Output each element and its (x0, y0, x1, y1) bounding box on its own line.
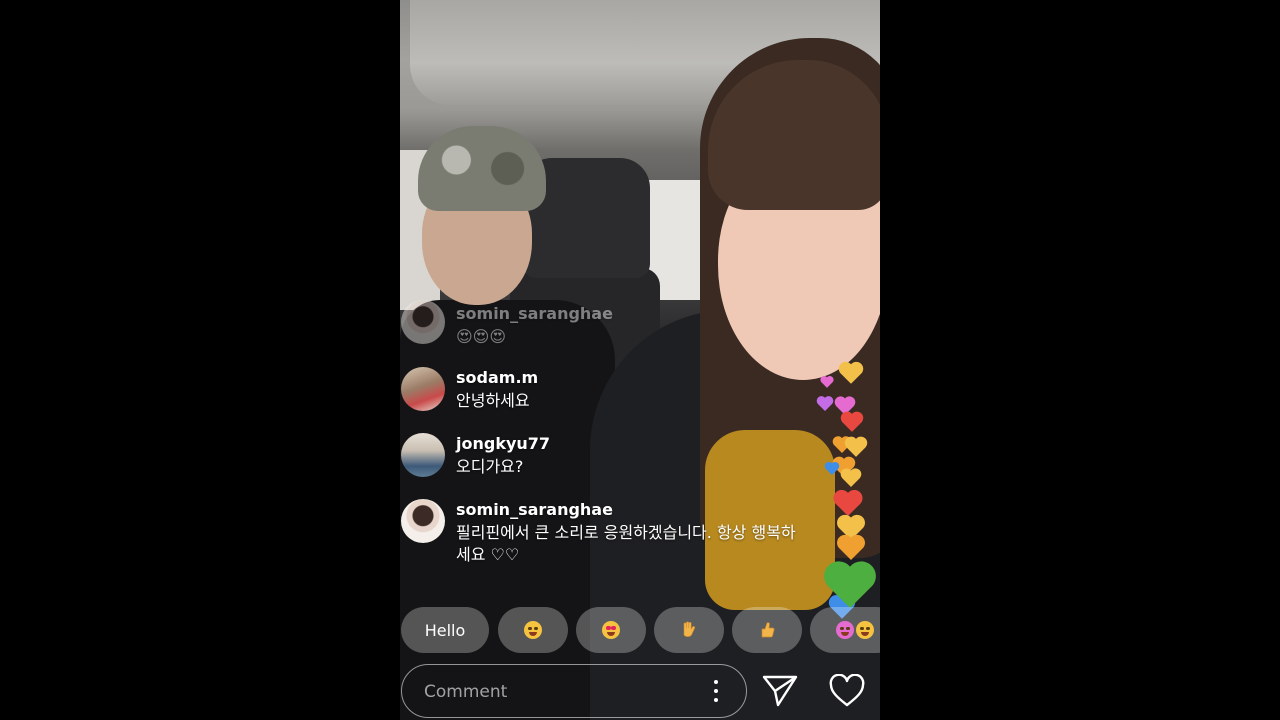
heart-icon (833, 489, 863, 516)
avatar[interactable] (401, 367, 445, 411)
comment-text: 😍😍😍 (456, 327, 507, 346)
thumbs-up-emoji-button[interactable] (732, 607, 802, 653)
comment-text: 필리핀에서 큰 소리로 응원하겠습니다. 항상 행복하세요 ♡♡ (456, 523, 796, 564)
quick-reply-hello-button[interactable]: Hello (401, 607, 489, 653)
comment-username[interactable]: somin_saranghae (456, 500, 613, 519)
live-video-screen: somin_saranghae 😍😍😍 sodam.m 안녕하세요 jongky… (400, 0, 880, 720)
comment-username[interactable]: sodam.m (456, 368, 538, 387)
man-camo-cap (418, 126, 546, 211)
emoji-icon (856, 621, 874, 639)
heart-eyes-emoji-icon (602, 621, 620, 639)
thumbs-up-icon (761, 622, 775, 638)
comment-input[interactable]: Comment (401, 664, 747, 718)
comment-text: 오디가요? (456, 457, 524, 476)
comment-username[interactable]: jongkyu77 (456, 434, 550, 453)
heart-icon (820, 376, 834, 388)
heart-icon (816, 396, 834, 411)
heart-icon[interactable] (828, 674, 866, 708)
heart-icon (824, 561, 876, 608)
letterbox-background: somin_saranghae 😍😍😍 sodam.m 안녕하세요 jongky… (0, 0, 1280, 720)
laughing-emoji-button[interactable] (498, 607, 568, 653)
comment-text: 안녕하세요 (456, 391, 530, 410)
more-emoji-button[interactable] (810, 607, 880, 653)
avatar[interactable] (401, 499, 445, 543)
emoji-icon (836, 621, 854, 639)
avatar[interactable] (401, 433, 445, 477)
avatar[interactable] (401, 300, 445, 344)
heart-icon (844, 436, 868, 457)
heart-icon (840, 411, 864, 432)
laughing-emoji-icon (524, 621, 542, 639)
heart-icon (838, 361, 864, 384)
heart-icon (837, 534, 865, 560)
heart-icon (840, 468, 862, 487)
heart-eyes-emoji-button[interactable] (576, 607, 646, 653)
quick-reactions-bar: Hello (400, 607, 880, 653)
more-vertical-icon[interactable] (714, 680, 718, 702)
waving-hand-icon (683, 621, 696, 637)
comment-placeholder: Comment (424, 682, 508, 702)
send-icon[interactable] (762, 674, 798, 708)
comment-username[interactable]: somin_saranghae (456, 304, 613, 323)
heart-icon (824, 461, 840, 475)
waving-hand-emoji-button[interactable] (654, 607, 724, 653)
